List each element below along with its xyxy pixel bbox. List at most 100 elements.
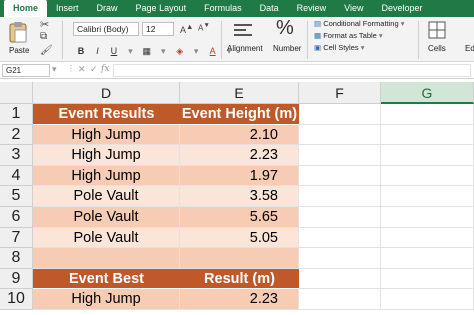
row-header[interactable]: 7 <box>0 227 33 249</box>
tab-review[interactable]: Review <box>288 0 336 17</box>
empty-cell[interactable] <box>299 248 381 269</box>
empty-cell[interactable] <box>299 104 381 125</box>
cut-icon[interactable]: ✂ <box>40 18 49 31</box>
table-cell[interactable]: High Jump <box>33 145 180 166</box>
column-header-f[interactable]: F <box>299 82 381 104</box>
table-cell[interactable]: 5.05 <box>180 227 299 249</box>
empty-cell[interactable] <box>381 104 474 125</box>
copy-icon[interactable]: ⧉ <box>40 31 47 42</box>
paste-label: Paste <box>9 46 30 55</box>
fill-color-icon[interactable]: ◈ <box>174 46 186 57</box>
function-icon[interactable]: fx <box>101 64 109 74</box>
row-header[interactable]: 3 <box>0 145 33 166</box>
cells-button[interactable] <box>428 21 446 44</box>
percent-icon[interactable]: % <box>276 17 294 40</box>
borders-dropdown-icon[interactable]: ▾ <box>157 46 169 57</box>
decrease-font-icon[interactable]: A▼ <box>198 22 210 33</box>
table-cell[interactable]: 2.23 <box>180 145 299 166</box>
empty-cell[interactable] <box>299 227 381 249</box>
empty-cell[interactable] <box>299 165 381 187</box>
table-cell[interactable]: 2.10 <box>180 124 299 146</box>
name-box-dropdown-icon[interactable]: ▾ <box>52 64 57 75</box>
table-cell[interactable]: 5.65 <box>180 207 299 228</box>
empty-cell[interactable] <box>299 207 381 228</box>
empty-cell[interactable] <box>381 289 474 310</box>
table-cell[interactable]: 3.58 <box>180 186 299 207</box>
row-header[interactable]: 4 <box>0 165 33 187</box>
tab-data[interactable]: Data <box>251 0 288 17</box>
cell-styles-label: Cell Styles <box>323 43 359 52</box>
tab-view[interactable]: View <box>335 0 372 17</box>
table-cell[interactable]: 2.23 <box>180 289 299 310</box>
cancel-icon[interactable]: ✕ <box>78 64 86 75</box>
table-cell[interactable]: Pole Vault <box>33 207 180 228</box>
font-color-icon[interactable]: A <box>207 46 219 56</box>
row-header[interactable]: 2 <box>0 124 33 146</box>
editing-label: Ed <box>465 44 474 53</box>
italic-button[interactable]: I <box>91 46 103 56</box>
conditional-formatting-button[interactable]: ▤ Conditional Formatting ▾ <box>314 18 405 30</box>
empty-cell[interactable] <box>381 227 474 249</box>
empty-cell[interactable] <box>299 289 381 310</box>
table-cell[interactable]: Pole Vault <box>33 227 180 249</box>
table-cell[interactable]: High Jump <box>33 165 180 187</box>
increase-font-icon[interactable]: A▲ <box>180 22 193 35</box>
empty-cell[interactable] <box>299 145 381 166</box>
empty-cell[interactable] <box>381 186 474 207</box>
empty-cell[interactable] <box>381 145 474 166</box>
alignment-button[interactable] <box>232 21 254 46</box>
font-name-select[interactable]: Calibri (Body) <box>73 22 139 36</box>
formula-input[interactable] <box>113 64 471 77</box>
table-cell[interactable]: 1.97 <box>180 165 299 187</box>
more-options-icon[interactable]: ⋮ <box>67 64 75 73</box>
tab-developer[interactable]: Developer <box>373 0 432 17</box>
table-cell[interactable] <box>33 248 180 269</box>
row-header[interactable]: 9 <box>0 268 33 290</box>
empty-cell[interactable] <box>299 124 381 146</box>
empty-cell[interactable] <box>299 268 381 290</box>
column-header-d[interactable]: D <box>33 82 180 104</box>
table-cell[interactable]: High Jump <box>33 289 180 310</box>
table-cell[interactable]: Pole Vault <box>33 186 180 207</box>
underline-button[interactable]: U <box>108 46 120 56</box>
tab-page-layout[interactable]: Page Layout <box>127 0 196 17</box>
header-cell[interactable]: Event Best <box>33 268 180 290</box>
column-header-e[interactable]: E <box>180 82 299 104</box>
row-header[interactable]: 5 <box>0 186 33 207</box>
row-header[interactable]: 6 <box>0 207 33 228</box>
conditional-formatting-label: Conditional Formatting <box>323 19 399 28</box>
format-as-table-button[interactable]: ▦ Format as Table ▾ <box>314 30 405 42</box>
header-cell[interactable]: Result (m) <box>180 268 299 290</box>
styles-group: ▤ Conditional Formatting ▾ ▦ Format as T… <box>314 18 405 54</box>
row-header[interactable]: 8 <box>0 248 33 269</box>
font-size-select[interactable]: 12 <box>142 22 174 36</box>
row-header[interactable]: 10 <box>0 289 33 310</box>
paste-button[interactable] <box>8 21 30 45</box>
row-header[interactable]: 1 <box>0 104 33 125</box>
header-cell[interactable]: Event Height (m) <box>180 104 299 125</box>
fill-dropdown-icon[interactable]: ▾ <box>190 46 202 57</box>
cell-styles-button[interactable]: ▣ Cell Styles ▾ <box>314 42 405 54</box>
empty-cell[interactable] <box>381 207 474 228</box>
tab-formulas[interactable]: Formulas <box>195 0 251 17</box>
column-header-g[interactable]: G <box>381 82 474 104</box>
font-style-row: B I U ▾ ▦ ▾ ◈ ▾ A ▾ <box>75 41 235 59</box>
bold-button[interactable]: B <box>75 46 87 56</box>
empty-cell[interactable] <box>381 124 474 146</box>
tab-home[interactable]: Home <box>4 0 48 17</box>
format-painter-icon[interactable]: 🖌 <box>40 45 53 56</box>
enter-icon[interactable]: ✓ <box>90 64 98 75</box>
empty-cell[interactable] <box>381 268 474 290</box>
empty-cell[interactable] <box>381 165 474 187</box>
table-cell[interactable]: High Jump <box>33 124 180 146</box>
underline-dropdown-icon[interactable]: ▾ <box>124 46 136 57</box>
empty-cell[interactable] <box>299 186 381 207</box>
table-cell[interactable] <box>180 248 299 269</box>
header-cell[interactable]: Event Results <box>33 104 180 125</box>
select-all-corner[interactable] <box>0 82 33 104</box>
empty-cell[interactable] <box>381 248 474 269</box>
tab-draw[interactable]: Draw <box>88 0 127 17</box>
tab-insert[interactable]: Insert <box>47 0 88 17</box>
name-box[interactable]: G21 <box>2 64 50 77</box>
borders-icon[interactable]: ▦ <box>141 46 153 57</box>
